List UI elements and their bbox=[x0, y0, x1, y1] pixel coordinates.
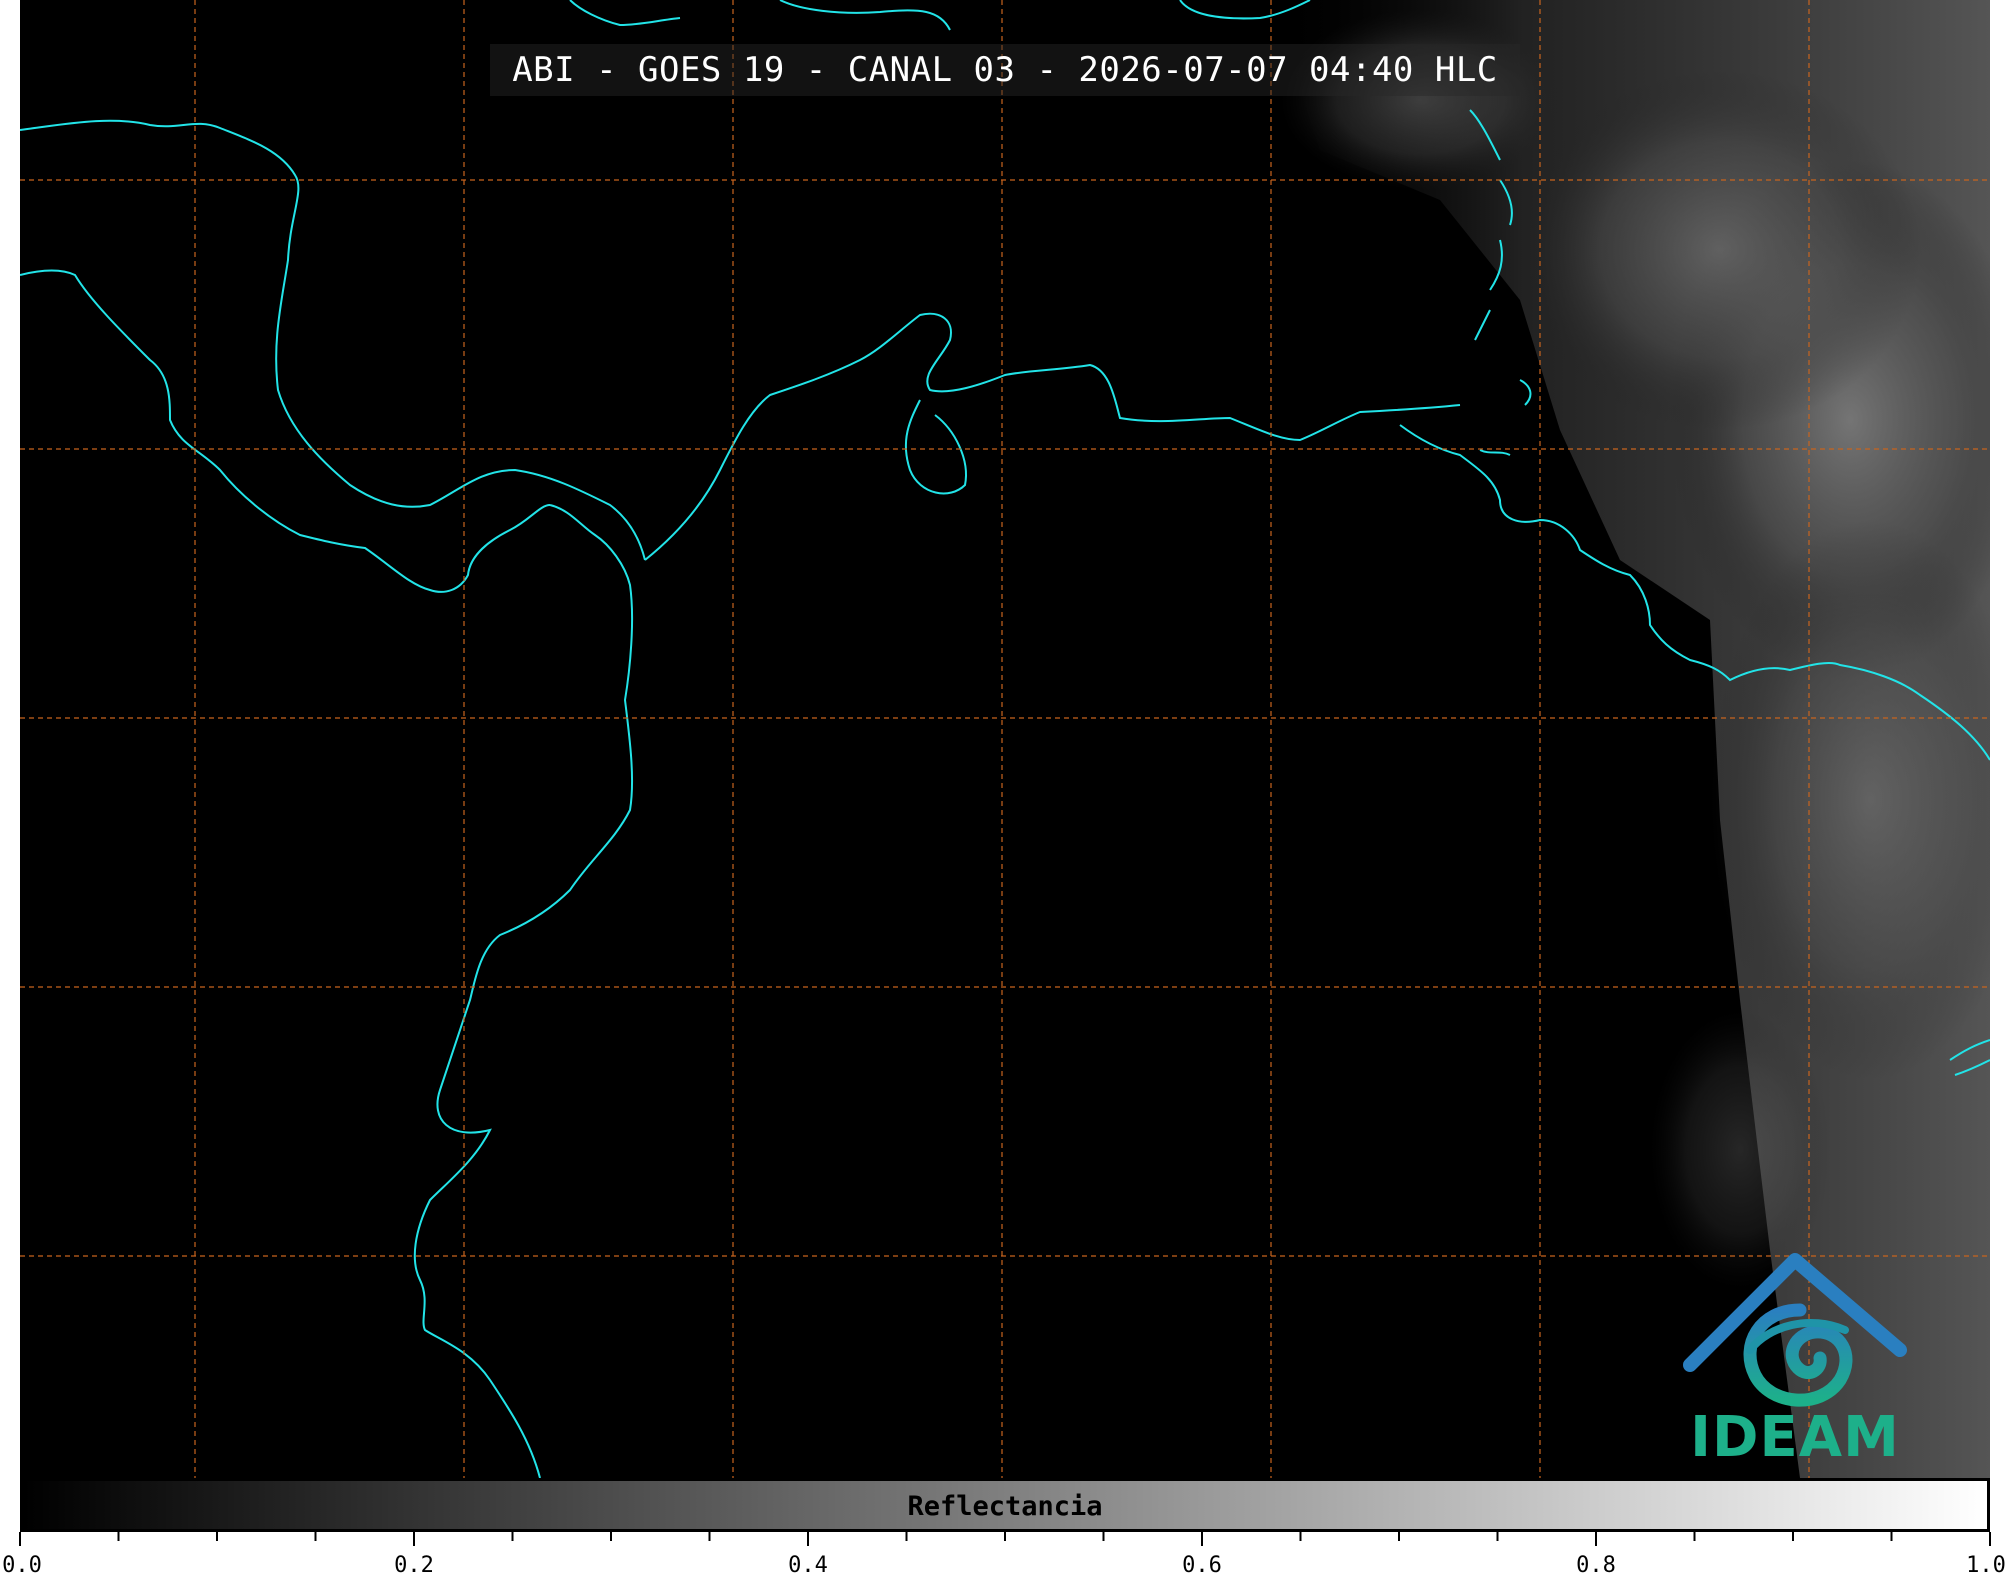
coastline-guajira bbox=[904, 399, 967, 495]
coastline-caribbean-north bbox=[644, 312, 1461, 561]
map-title: ABI - GOES 19 - CANAL 03 - 2026-07-07 04… bbox=[20, 44, 1990, 96]
colorbar-tick-label: 0.6 bbox=[1182, 1553, 1222, 1578]
coastline-yucatan-gulf bbox=[20, 119, 646, 561]
coastline-caribbean-islands-top bbox=[569, 0, 1311, 31]
colorbar: Reflectancia bbox=[20, 1478, 1990, 1532]
coastline-central-america bbox=[20, 269, 551, 593]
logo-text: IDEAM bbox=[1690, 1405, 1900, 1470]
colorbar-tick-label: 1.0 bbox=[1966, 1553, 2006, 1578]
colorbar-tick-label: 0.0 bbox=[2, 1553, 42, 1578]
colorbar-tick-label: 0.4 bbox=[788, 1553, 828, 1578]
ideam-emblem-icon bbox=[1683, 1253, 1907, 1407]
coastline-panama-colombia bbox=[413, 504, 634, 1478]
colorbar-ticks bbox=[19, 1532, 1991, 1546]
colorbar-label: Reflectancia bbox=[907, 1491, 1103, 1522]
colorbar-tick-label: 0.8 bbox=[1576, 1553, 1616, 1578]
colorbar-tick-label: 0.2 bbox=[394, 1553, 434, 1578]
satellite-image: ABI - GOES 19 - CANAL 03 - 2026-07-07 04… bbox=[20, 0, 1990, 1478]
ideam-logo: IDEAM bbox=[1680, 1250, 1910, 1470]
